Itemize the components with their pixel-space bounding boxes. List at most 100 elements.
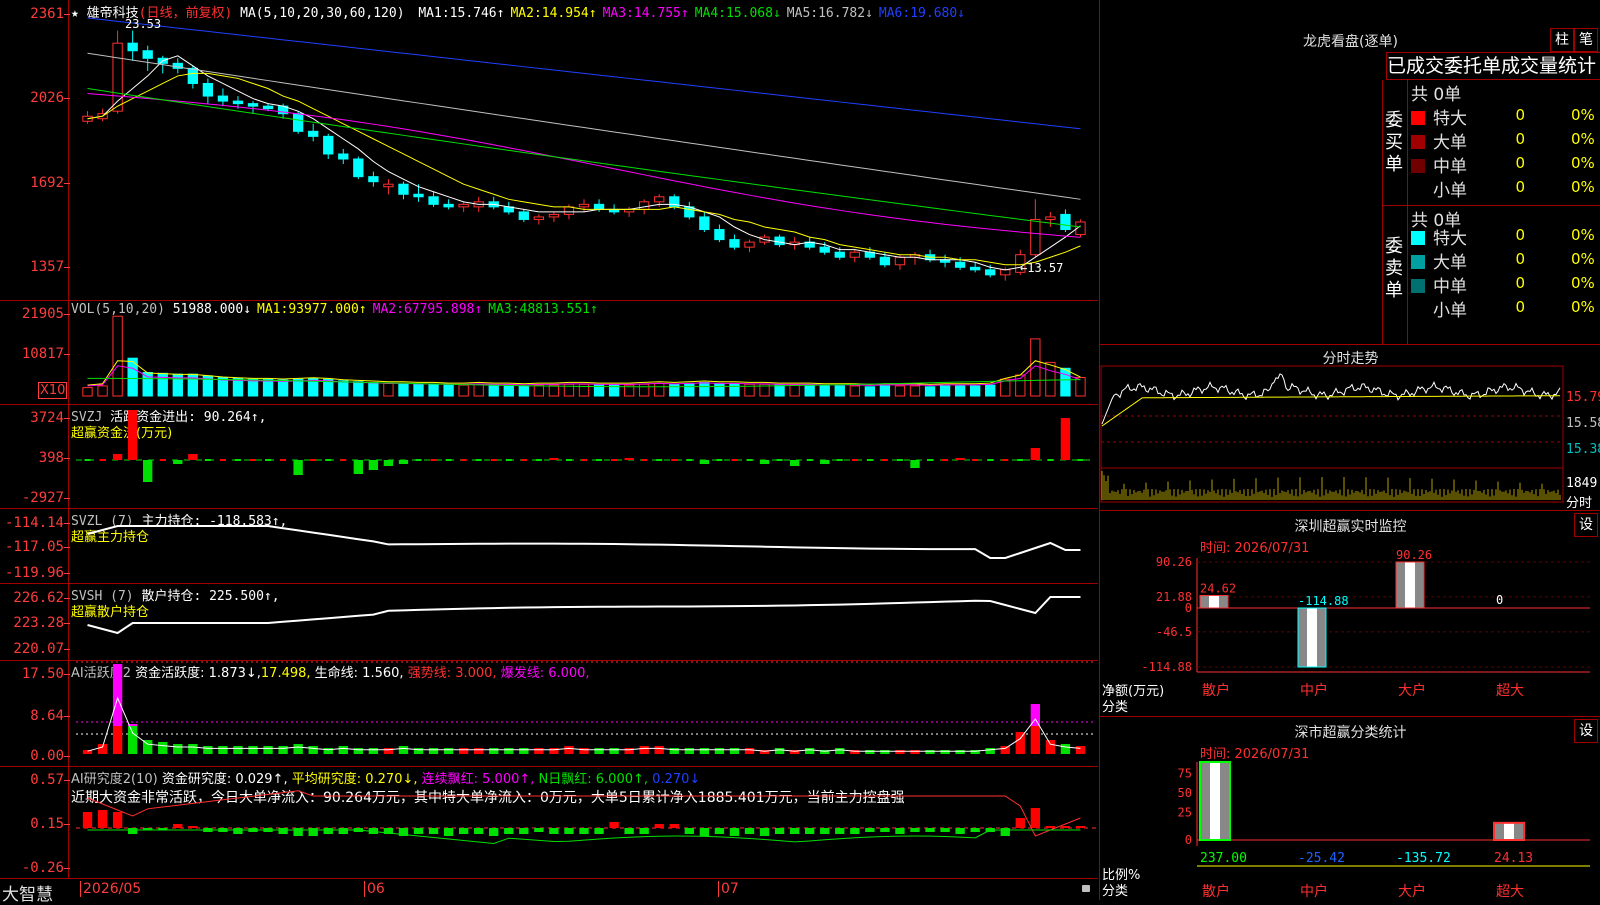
candlestick-chart[interactable]	[0, 0, 1098, 300]
svzj-tick	[460, 459, 467, 461]
ai-activity-bar	[1015, 732, 1025, 754]
high-price-label: 23.53	[125, 17, 162, 31]
ai-activity-bar	[127, 726, 138, 754]
candle-body	[202, 82, 214, 97]
ai-research-bar	[188, 826, 198, 828]
candle-body	[970, 266, 981, 271]
volume-bar	[894, 385, 906, 397]
y-label: -114.88	[1141, 660, 1192, 674]
candle-body	[308, 130, 319, 137]
buy-total: 共 0单	[1411, 85, 1462, 105]
ai-research-bar	[112, 812, 123, 828]
ai-research-bar	[549, 828, 559, 834]
volume-bar	[368, 382, 379, 397]
lh-row-label: 中单	[1433, 277, 1467, 297]
ai-activity-bar	[278, 746, 288, 754]
volume-bar	[548, 384, 560, 397]
ai-research-bar	[729, 828, 740, 836]
svzj-tick	[415, 459, 422, 461]
ai-research-bar	[970, 828, 980, 832]
ai-activity-bar	[534, 748, 544, 754]
color-swatch-icon	[1411, 159, 1425, 173]
classify-cat-label: 分类	[1102, 884, 1129, 899]
lock-icon[interactable]	[1082, 885, 1090, 892]
intraday-panel[interactable]: 分时走势 15.79 15.58 15.38 1849 分时	[1099, 344, 1600, 511]
intraday-chart[interactable]	[1100, 344, 1600, 510]
classify-panel[interactable]: 深市超赢分类统计 设 时间: 2026/07/31 75 50 25 0 237.00 散…	[1099, 716, 1600, 900]
ai-research-bar	[940, 828, 950, 832]
ai-activity-bar	[729, 748, 740, 754]
volume-bar	[819, 385, 830, 397]
monitor-panel[interactable]: 深圳超赢实时监控 设 时间: 2026/07/31 90.26 21.88 0 -46…	[1099, 510, 1600, 717]
ai-activity-bar	[428, 748, 439, 754]
svzl-panel[interactable]: -114.14 -117.05 -119.96 SVZL (7) 主力持仓: -…	[0, 508, 1098, 584]
volume-bar	[789, 384, 800, 397]
volume-bar	[879, 385, 891, 397]
lh-row: 大单	[1411, 128, 1467, 153]
bar-mode-button[interactable]: 柱	[1550, 28, 1574, 52]
ai-research-bar	[1000, 828, 1010, 836]
svzj-tick	[671, 459, 678, 461]
lh-row-pct: 0%	[1571, 226, 1595, 244]
candle-body	[232, 100, 244, 105]
ai-activity-bar	[443, 748, 454, 754]
candle-body	[593, 203, 605, 210]
y-label: -46.5	[1156, 625, 1192, 639]
longhu-panel[interactable]: 龙虎看盘(逐单) 柱 笔 已成交委托单成交量统计 委买单 共 0单 特大 0 0% 大…	[1099, 0, 1600, 345]
volume-bar	[533, 384, 545, 397]
svsh-panel[interactable]: 226.62 223.28 220.07 SVSH (7) 散户持仓: 225.…	[0, 583, 1098, 661]
ai-research-bar	[413, 828, 424, 834]
classify-value-label: 237.00	[1200, 851, 1247, 866]
volume-panel[interactable]: 21905 10817 X10 VOL(5,10,20) 51988.000↓ M…	[0, 300, 1098, 405]
svzj-bar	[143, 460, 153, 482]
ai-activity-bar	[248, 746, 258, 754]
svzj-tick	[836, 459, 843, 461]
candle-body	[247, 103, 259, 107]
lh-row-pct: 0%	[1571, 298, 1595, 316]
volume-bar	[1030, 338, 1041, 397]
candle-body	[744, 241, 755, 248]
ai-activity-bar	[835, 748, 845, 754]
volume-bar	[639, 383, 650, 397]
vol-max-label: 1849	[1566, 476, 1598, 491]
candle-body	[1045, 216, 1056, 220]
ai-research-bar	[173, 824, 183, 828]
tick-mode-button[interactable]: 笔	[1574, 28, 1598, 52]
ai-activity-bar	[1030, 726, 1041, 754]
svzj-tick	[596, 459, 603, 461]
color-swatch-icon	[1411, 135, 1425, 149]
volume-bar	[924, 386, 936, 397]
candle-panel[interactable]: 2361 2026 1692 1357 ★ 雄帝科技(日线，前复权) MA(5,…	[0, 0, 1098, 301]
volume-bar	[338, 380, 349, 397]
ai-activity-bar	[865, 750, 875, 754]
svzj-tick	[99, 459, 106, 461]
svzj-tick	[280, 459, 287, 461]
classify-chart: 75 50 25 0 237.00 散户 -25.42 中户 -135.72 大户 24.13 超大	[1178, 761, 1590, 900]
svzj-panel[interactable]: 3724 398 -2927 SVZJ 活跃资金进出: 90.264↑, 超赢资…	[0, 404, 1098, 509]
volume-bar	[112, 315, 123, 397]
svzj-tick	[927, 459, 934, 461]
ai-activity-bar	[774, 748, 785, 754]
ai-activity-bar	[805, 748, 815, 754]
candle-body	[699, 216, 710, 231]
volume-bar	[699, 382, 710, 397]
ai-research-bar	[714, 828, 725, 834]
ai-research-panel[interactable]: 0.57 0.15 -0.26 AI研究度2(10) 资金研究度: 0.029↑…	[0, 766, 1098, 879]
lh-row-value: 0	[1515, 178, 1525, 196]
svzj-tick	[565, 459, 572, 461]
ai-activity-panel[interactable]: 17.50 8.64 0.00 AI活跃度2 资金活跃度: 1.873↓,17.…	[0, 660, 1098, 767]
x-axis-label: 06	[364, 881, 385, 897]
volume-bar	[443, 384, 454, 397]
svzj-tick	[535, 459, 542, 461]
ai-activity-bar	[955, 750, 965, 754]
svzj-tick	[204, 459, 211, 461]
lh-row-label: 小单	[1433, 301, 1467, 321]
ai-activity-bar	[218, 746, 228, 754]
ai-research-bar	[127, 828, 138, 834]
ma20-line	[87, 93, 1081, 238]
ai-research-bar	[233, 828, 243, 834]
ai-activity-bar	[188, 744, 198, 754]
candle-body	[548, 213, 560, 218]
svzj-bar	[173, 460, 183, 464]
svzj-bar	[699, 460, 710, 464]
